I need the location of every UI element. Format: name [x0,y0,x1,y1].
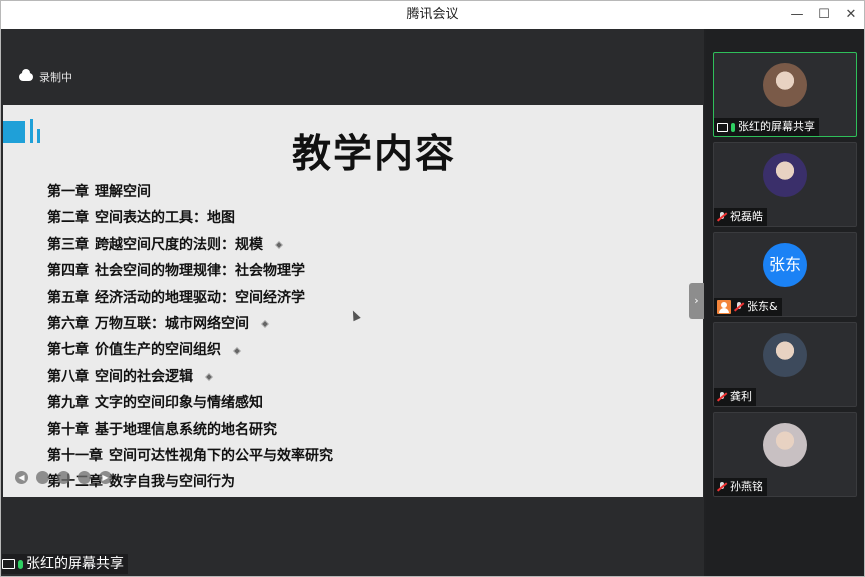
chapter-title: 社会空间的物理规律：社会物理学 [95,263,305,280]
chapter-item: 第九章 文字的空间印象与情绪感知 [47,390,333,416]
chapter-item: 第三章 跨越空间尺度的法则：规模 [47,232,333,258]
slide-tool-button[interactable] [36,471,49,484]
participant-name: 张红的屏幕共享 [738,120,815,133]
avatar [763,153,807,197]
chapter-item: 第八章 空间的社会逻辑 [47,364,333,390]
mic-muted-icon [734,302,744,312]
slide-tool-button[interactable] [57,471,70,484]
chapter-number: 第九章 [47,395,89,412]
participant-name: 孙燕铭 [730,480,763,493]
mic-muted-icon [717,212,727,222]
chapter-number: 第七章 [47,342,89,359]
chapter-item: 第十章 基于地理信息系统的地名研究 [47,417,333,443]
mic-on-icon [18,559,23,569]
slide-nav-controls: ◀ ▶ [15,471,112,484]
chapter-number: 第三章 [47,236,89,253]
slide-title: 教学内容 [291,132,456,177]
recording-indicator[interactable]: 录制中 [19,69,72,85]
screen-share-badge: 张红的屏幕共享 [2,554,128,574]
diamond-marker-icon [276,242,282,248]
participant-label: 孙燕铭 [714,478,767,496]
diamond-marker-icon [206,374,212,380]
window-title: 腾讯会议 [406,7,459,22]
avatar: 张东 [763,243,807,287]
chapter-title: 空间可达性视角下的公平与效率研究 [109,447,333,464]
chapter-number: 第十章 [47,421,89,438]
screen-share-icon [717,122,728,132]
next-slide-button[interactable]: ▶ [99,471,112,484]
chapter-title: 跨越空间尺度的法则：规模 [95,236,263,253]
chapter-number: 第四章 [47,263,89,280]
mic-muted-icon [717,392,727,402]
mouse-cursor-icon [349,308,361,322]
participant-label: 龚利 [714,388,756,406]
chapter-title: 价值生产的空间组织 [95,342,221,359]
participant-tile[interactable]: 孙燕铭 [713,412,857,497]
participant-name: 张东& [747,300,778,313]
chapter-number: 第八章 [47,368,89,385]
chapter-title: 万物互联：城市网络空间 [95,315,249,332]
recording-label: 录制中 [39,71,72,84]
cloud-icon [19,69,33,81]
chapter-item: 第一章 理解空间 [47,179,333,205]
avatar [763,63,807,107]
chapter-item: 第十一章 空间可达性视角下的公平与效率研究 [47,443,333,469]
chapter-item: 第六章 万物互联：城市网络空间 [47,311,333,337]
chapter-item: 第四章 社会空间的物理规律：社会物理学 [47,258,333,284]
host-user-icon [717,300,731,314]
chapter-title: 数字自我与空间行为 [109,474,235,491]
chapter-item: 第五章 经济活动的地理驱动：空间经济学 [47,285,333,311]
chapter-title: 基于地理信息系统的地名研究 [95,421,277,438]
participant-label: 张红的屏幕共享 [714,118,819,136]
participant-label: 张东& [714,298,782,316]
chapter-item: 第七章 价值生产的空间组织 [47,337,333,363]
chapter-number: 第一章 [47,184,89,200]
collapse-panel-button[interactable]: › [689,283,704,319]
participant-tile[interactable]: 张红的屏幕共享 [713,52,857,137]
chapter-number: 第二章 [47,210,89,227]
screen-share-icon [2,559,15,569]
screen-share-label: 张红的屏幕共享 [26,556,124,572]
meeting-window: 腾讯会议 — ☐ ✕ 录制中 教学内容 第一章 理解空间 第二章 空间表达的工具：地图… [0,0,865,577]
chapter-title: 空间的社会逻辑 [95,368,193,385]
participant-label: 祝磊皓 [714,208,767,226]
chapter-title: 理解空间 [95,184,151,200]
chapter-list: 第一章 理解空间 第二章 空间表达的工具：地图 第三章 跨越空间尺度的法则：规模 第四章 社会… [47,179,333,496]
presentation-slide: 教学内容 第一章 理解空间 第二章 空间表达的工具：地图 第三章 跨越空间尺度的法则：规模… [3,105,703,497]
chapter-title: 空间表达的工具：地图 [95,210,235,227]
mic-on-icon [731,122,735,132]
chapter-number: 第六章 [47,315,89,332]
participant-tile[interactable]: 祝磊皓 [713,142,857,227]
prev-slide-button[interactable]: ◀ [15,471,28,484]
chapter-title: 经济活动的地理驱动：空间经济学 [95,289,305,306]
chapter-number: 第五章 [47,289,89,306]
participant-name: 祝磊皓 [730,210,763,223]
close-button[interactable]: ✕ [835,1,865,29]
participant-name: 龚利 [730,390,752,403]
chapter-title: 文字的空间印象与情绪感知 [95,395,263,412]
title-bar: 腾讯会议 — ☐ ✕ [1,1,864,29]
chapter-number: 第十一章 [47,447,103,464]
diamond-marker-icon [262,321,268,327]
diamond-marker-icon [234,347,240,354]
participant-panel: 张红的屏幕共享祝磊皓张东张东& 龚利孙燕铭 [706,29,864,576]
mic-muted-icon [717,482,727,492]
chapter-item: 第二章 空间表达的工具：地图 [47,205,333,231]
slide-tool-button[interactable] [78,471,91,484]
shared-screen-area: 录制中 教学内容 第一章 理解空间 第二章 空间表达的工具：地图 第三章 跨越空间尺度的法… [1,29,704,576]
avatar [763,333,807,377]
participant-tile[interactable]: 龚利 [713,322,857,407]
avatar [763,423,807,467]
participant-tile[interactable]: 张东张东& [713,232,857,317]
